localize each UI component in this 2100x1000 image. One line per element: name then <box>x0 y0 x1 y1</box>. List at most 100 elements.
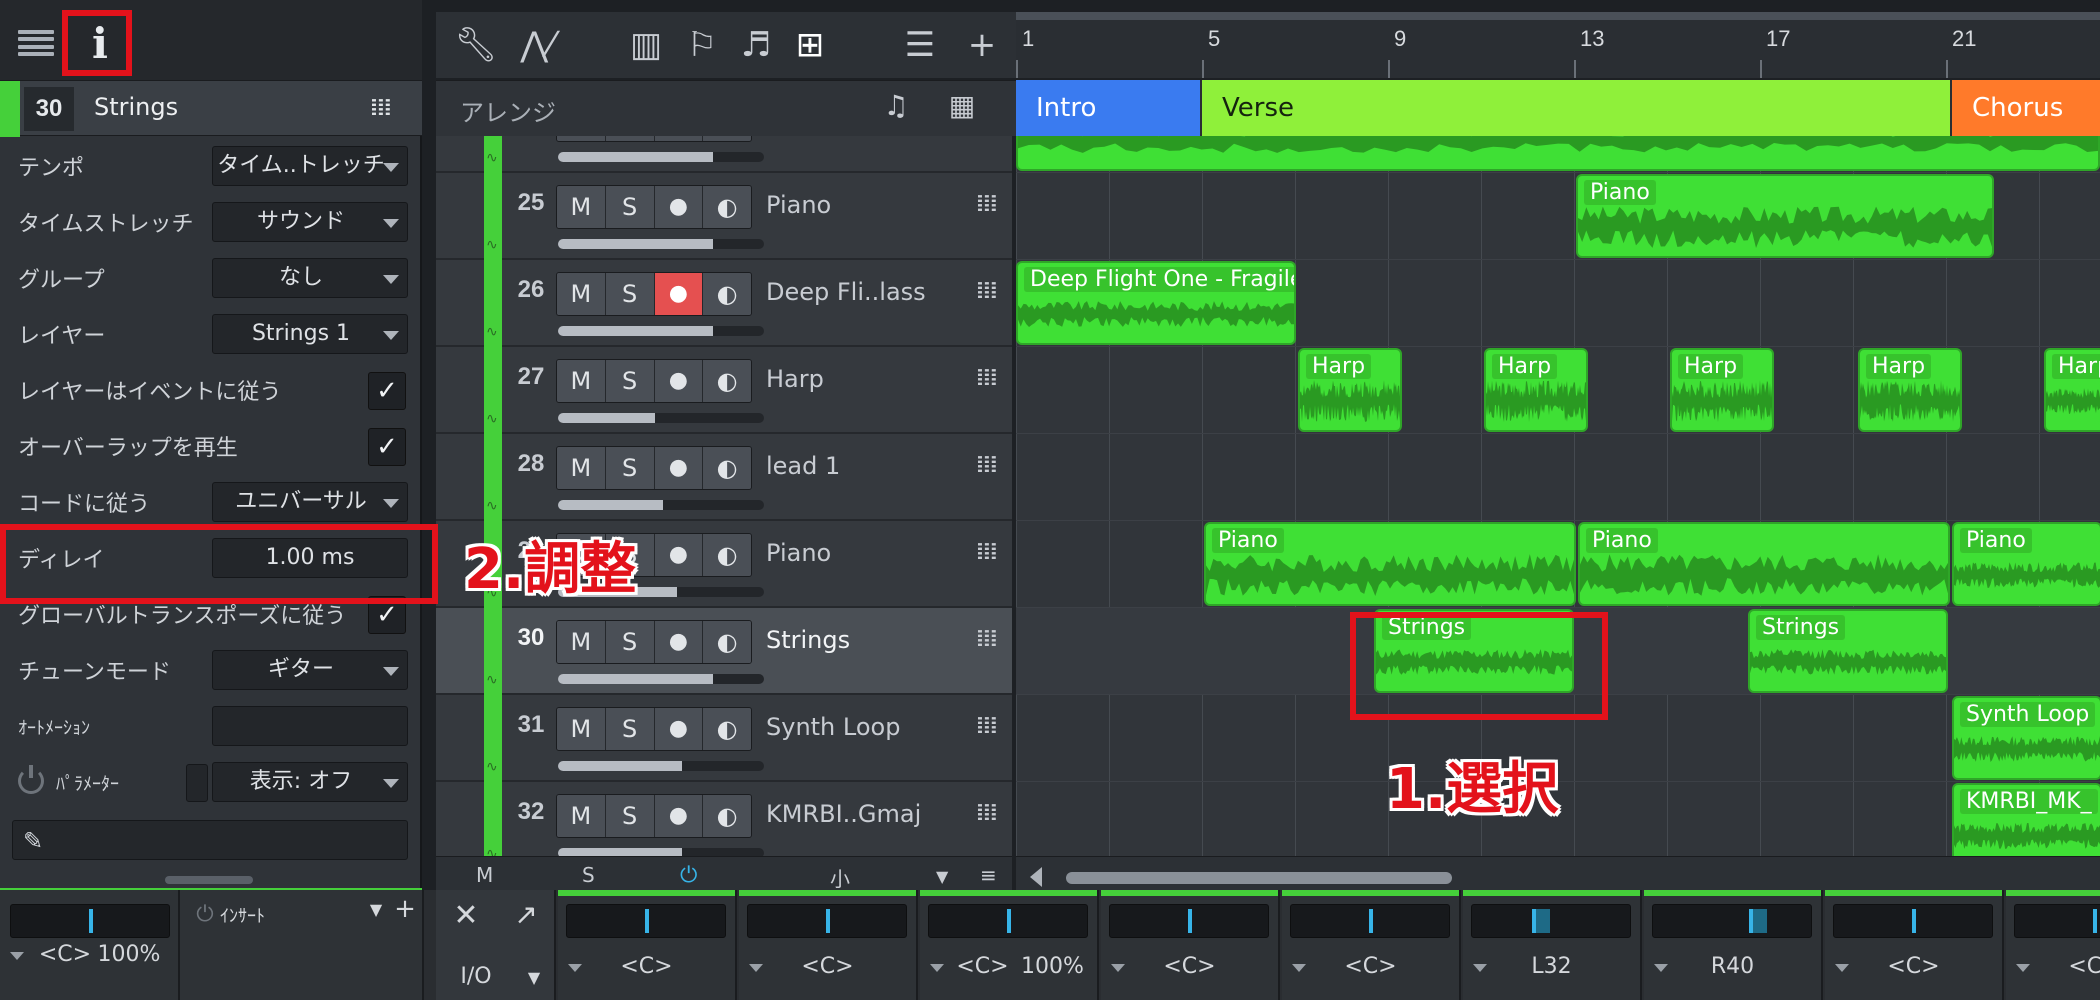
volume-slider[interactable] <box>558 500 764 510</box>
pan-knob[interactable] <box>1833 904 1993 938</box>
volume-slider[interactable] <box>558 413 764 423</box>
monitor-button[interactable]: ◐ <box>703 708 751 750</box>
menu-icon[interactable] <box>18 30 54 56</box>
note-icon[interactable]: ♫ <box>876 83 916 129</box>
solo-button[interactable]: S <box>605 621 655 663</box>
pan-knob[interactable] <box>928 904 1088 938</box>
scroll-thumb[interactable] <box>1066 872 1452 884</box>
wrench-icon[interactable]: 🔧︎ <box>454 22 498 68</box>
track-name[interactable]: KMRBI..Gmaj <box>766 800 921 828</box>
audio-clip[interactable]: Piano <box>1952 522 2100 606</box>
waveform-icon[interactable]: 𝍖 <box>976 537 998 565</box>
add-track-icon[interactable]: + <box>960 22 1004 68</box>
record-arm-button[interactable]: ● <box>654 621 704 663</box>
score-icon[interactable]: ♬ <box>734 22 778 68</box>
waveform-icon[interactable]: 𝍖 <box>976 624 998 652</box>
power-icon[interactable]: ⏻ <box>190 902 220 927</box>
automation-icon[interactable]: ∿ <box>486 150 498 166</box>
global-mute-button[interactable]: M <box>476 863 493 887</box>
param-checkbox[interactable]: ✓ <box>368 428 406 466</box>
param-select[interactable]: 表示: オフ <box>212 762 408 802</box>
automation-curve-icon[interactable]: ⋀⁄ <box>512 22 562 68</box>
audio-clip[interactable]: Piano <box>1576 174 1994 258</box>
mute-button[interactable]: M <box>557 708 606 750</box>
volume-slider[interactable] <box>558 326 764 336</box>
track-row[interactable]: ∿ 27 M S ● ◐ Harp 𝍖 <box>436 347 1012 434</box>
power-icon[interactable]: ⏻ <box>680 863 697 888</box>
track-row[interactable]: ∿ 25 M S ● ◐ Piano 𝍖 <box>436 173 1012 260</box>
audio-clip[interactable]: Piano <box>1578 522 1950 606</box>
solo-button[interactable]: S <box>605 447 655 489</box>
track-row[interactable]: ∿MS●◐𝍖 <box>436 136 1012 173</box>
mute-button[interactable]: M <box>557 360 606 402</box>
solo-button[interactable]: S <box>605 186 655 228</box>
track-size-select[interactable]: 小 <box>830 863 850 892</box>
audio-clip[interactable]: Harp <box>1484 348 1588 432</box>
arranger-section[interactable]: Verse <box>1202 80 1952 136</box>
volume-slider[interactable] <box>558 761 764 771</box>
automation-icon[interactable]: ∿ <box>486 672 498 688</box>
audio-clip[interactable]: Harp <box>1298 348 1402 432</box>
monitor-button[interactable]: ◐ <box>703 136 751 141</box>
audio-clip[interactable] <box>1016 136 2100 171</box>
pan-knob[interactable] <box>747 904 907 938</box>
pan-knob[interactable] <box>1471 904 1631 938</box>
solo-button[interactable]: S <box>605 136 655 141</box>
volume-slider[interactable] <box>558 674 764 684</box>
volume-slider[interactable] <box>558 848 764 856</box>
track-name[interactable]: Piano <box>766 191 831 219</box>
track-row[interactable]: ∿ 28 M S ● ◐ lead 1 𝍖 <box>436 434 1012 521</box>
waveform-icon[interactable]: 𝍖 <box>976 363 998 391</box>
record-arm-button[interactable]: ● <box>654 795 704 837</box>
arranger-section[interactable]: Chorus <box>1952 80 2100 136</box>
pan-knob[interactable] <box>1652 904 1812 938</box>
automation-icon[interactable]: ∿ <box>486 324 498 340</box>
inspector-track-header[interactable]: 30 Strings 𝍖 <box>0 80 422 137</box>
expand-icon[interactable]: ↗ <box>496 898 556 931</box>
track-name[interactable]: Harp <box>766 365 824 393</box>
list-icon[interactable]: ☰ <box>898 22 942 68</box>
pan-knob[interactable] <box>566 904 726 938</box>
solo-button[interactable]: S <box>605 360 655 402</box>
waveform-icon[interactable]: 𝍖 <box>976 798 998 826</box>
flag-icon[interactable]: ⚐ <box>680 22 724 68</box>
arranger-section[interactable]: Intro <box>1016 80 1202 136</box>
waveform-icon[interactable]: 𝍖 <box>976 711 998 739</box>
mute-button[interactable]: M <box>557 136 606 141</box>
automation-icon[interactable]: ∿ <box>486 498 498 514</box>
param-toggle-button[interactable] <box>186 764 208 802</box>
monitor-button[interactable]: ◐ <box>703 795 751 837</box>
volume-slider[interactable] <box>558 239 764 249</box>
options-icon[interactable]: ≡ <box>980 863 997 887</box>
track-row[interactable]: ∿ 32 M S ● ◐ KMRBI..Gmaj 𝍖 <box>436 782 1012 856</box>
param-select[interactable]: ユニバーサル <box>212 482 408 522</box>
scroll-left-icon[interactable] <box>1030 867 1042 887</box>
automation-icon[interactable]: ∿ <box>486 237 498 253</box>
record-arm-button[interactable]: ● <box>654 708 704 750</box>
monitor-button[interactable]: ◐ <box>703 186 751 228</box>
track-row[interactable]: ∿ 26 M S ● ◐ Deep Fli..lass 𝍖 <box>436 260 1012 347</box>
audio-clip[interactable]: KMRBI_MK_ <box>1952 783 2100 856</box>
power-icon[interactable] <box>18 765 44 794</box>
param-select[interactable]: Strings 1 <box>212 314 408 354</box>
pan-knob[interactable] <box>1109 904 1269 938</box>
mute-button[interactable]: M <box>557 621 606 663</box>
grid-icon[interactable]: ▥ <box>624 22 668 68</box>
mute-button[interactable]: M <box>557 273 606 315</box>
record-arm-button[interactable]: ● <box>654 273 704 315</box>
record-arm-button[interactable]: ● <box>654 360 704 402</box>
arranger-track[interactable]: Intro Verse Chorus <box>1016 80 2100 136</box>
record-arm-button[interactable]: ● <box>654 534 704 576</box>
param-select[interactable]: タイム..トレッチ <box>212 146 408 186</box>
volume-slider[interactable] <box>558 152 764 162</box>
param-checkbox[interactable]: ✓ <box>368 372 406 410</box>
track-row[interactable]: ∿ 30 M S ● ◐ Strings 𝍖 <box>436 608 1012 695</box>
size-dropdown-icon[interactable]: ▼ <box>936 867 948 886</box>
add-insert-icon[interactable]: + <box>392 894 418 924</box>
insert-dropdown-icon[interactable]: ▼ <box>366 900 386 919</box>
audio-clip[interactable]: Strings <box>1748 609 1948 693</box>
automation-icon[interactable]: ∿ <box>486 411 498 427</box>
mute-button[interactable]: M <box>557 447 606 489</box>
audio-clip[interactable]: Deep Flight One - Fragile <box>1016 261 1296 345</box>
panel-resize-grip[interactable] <box>165 876 253 884</box>
